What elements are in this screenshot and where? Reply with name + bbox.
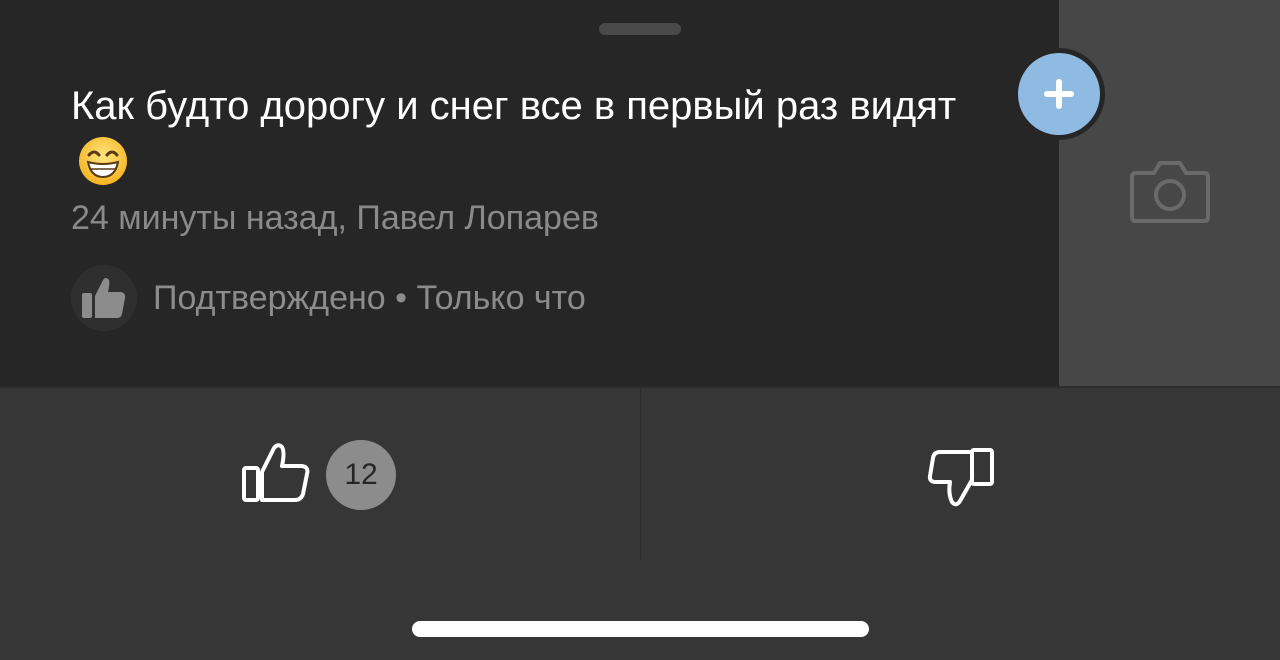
screen: Как будто дорогу и снег все в первый раз… xyxy=(0,0,1280,660)
like-count-badge: 12 xyxy=(326,440,396,510)
thumbs-up-filled-icon xyxy=(71,265,137,331)
grinning-face-emoji-icon xyxy=(77,135,129,203)
post-title-block: Как будто дорогу и снег все в первый раз… xyxy=(71,78,1011,203)
actions-divider xyxy=(640,388,641,560)
dislike-button[interactable] xyxy=(920,436,1000,515)
camera-icon[interactable] xyxy=(1130,157,1210,230)
add-button[interactable] xyxy=(1013,48,1105,140)
confirmation-row: Подтверждено • Только что xyxy=(71,265,586,331)
thumbs-up-outline-icon xyxy=(240,442,312,509)
post-meta: 24 минуты назад, Павел Лопарев xyxy=(71,199,599,237)
confirmation-text: Подтверждено • Только что xyxy=(153,278,586,317)
post-card: Как будто дорогу и снег все в первый раз… xyxy=(0,0,1059,386)
plus-icon xyxy=(1018,53,1100,135)
like-button[interactable]: 12 xyxy=(240,430,396,520)
thumbs-down-outline-icon xyxy=(920,448,1000,514)
home-indicator[interactable] xyxy=(412,621,869,637)
drag-handle[interactable] xyxy=(599,23,681,35)
post-title: Как будто дорогу и снег все в первый раз… xyxy=(71,84,957,128)
